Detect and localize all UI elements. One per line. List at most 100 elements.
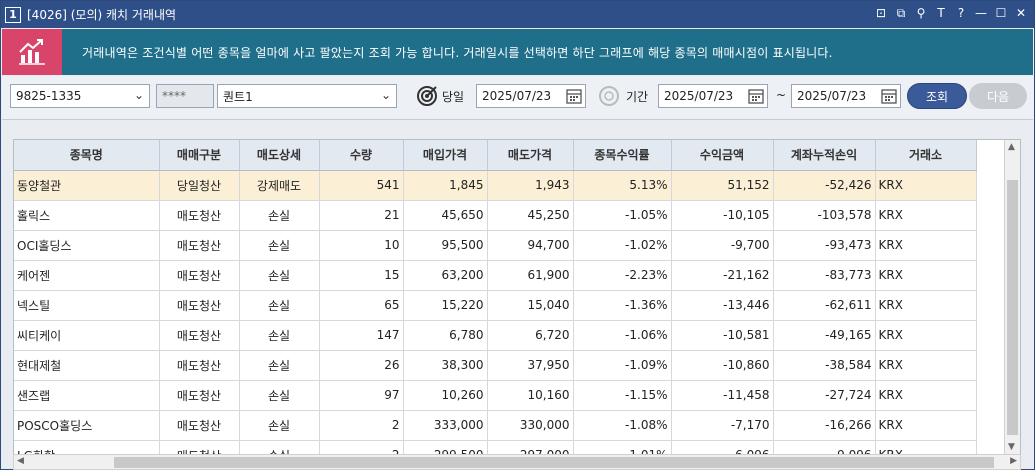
table-row[interactable]: 케어젠 매도청산 손실 15 63,200 61,900 -2.23% -21,162 -83,…	[14, 260, 977, 291]
cell-stock-name: 동양철관	[14, 170, 160, 201]
cell-buy-price: 1,845	[403, 170, 488, 201]
cell-quantity: 2	[319, 410, 404, 441]
period-label: 기간	[626, 90, 649, 104]
layout-icon[interactable]: ⊡	[874, 5, 888, 21]
font-icon[interactable]: T	[934, 5, 948, 21]
header-quantity[interactable]: 수량	[319, 140, 404, 171]
cell-quantity: 65	[319, 290, 404, 321]
cell-trade-type: 매도청산	[159, 200, 240, 231]
calendar-icon[interactable]	[880, 87, 898, 105]
cell-sell-price: 94,700	[487, 230, 574, 261]
chart-icon	[2, 29, 62, 75]
start-date-value: 2025/07/23	[664, 89, 734, 103]
header-profit[interactable]: 수익금액	[671, 140, 774, 171]
cell-trade-type: 매도청산	[159, 230, 240, 261]
cell-trade-type: 매도청산	[159, 260, 240, 291]
copy-window-icon[interactable]: ⧉	[894, 5, 908, 21]
cell-sell-detail: 손실	[239, 380, 320, 411]
horizontal-scroll-thumb[interactable]	[114, 457, 994, 468]
cell-profit: -21,162	[671, 260, 774, 291]
table-row[interactable]: POSCO홀딩스 매도청산 손실 2 333,000 330,000 -1.08% -7,17…	[14, 410, 977, 441]
header-sell-price[interactable]: 매도가격	[487, 140, 574, 171]
cell-exchange: KRX	[875, 320, 977, 351]
scroll-right-icon[interactable]: ▶	[1010, 456, 1017, 466]
table-row[interactable]: 현대제철 매도청산 손실 26 38,300 37,950 -1.09% -10,860 -38…	[14, 350, 977, 381]
cell-sell-detail: 손실	[239, 200, 320, 231]
cell-quantity: 147	[319, 320, 404, 351]
cell-profit: -7,170	[671, 410, 774, 441]
cell-exchange: KRX	[875, 200, 977, 231]
period-radio-icon[interactable]	[598, 85, 620, 107]
search-toolbar: 9825-1335 ⌄ **** 퀀트1 ⌄ 당일 2025/07/23 기간 …	[2, 76, 1033, 120]
password-field[interactable]: ****	[156, 84, 214, 108]
header-buy-price[interactable]: 매입가격	[403, 140, 488, 171]
cell-stock-name: OCI홀딩스	[14, 230, 160, 261]
cell-stock-name: 홀릭스	[14, 200, 160, 231]
close-icon[interactable]: ✕	[1014, 5, 1028, 21]
cell-quantity: 10	[319, 230, 404, 261]
header-return-rate[interactable]: 종목수익률	[573, 140, 672, 171]
table-row[interactable]: 동양철관 당일청산 강제매도 541 1,845 1,943 5.13% 51,152 -52,…	[14, 170, 977, 201]
cell-exchange: KRX	[875, 230, 977, 261]
scroll-left-icon[interactable]: ◀	[17, 456, 24, 466]
cell-sell-price: 45,250	[487, 200, 574, 231]
cell-quantity: 26	[319, 350, 404, 381]
cell-stock-name: 넥스틸	[14, 290, 160, 321]
cell-cumulative-pnl: -62,611	[773, 290, 876, 321]
today-date-value: 2025/07/23	[482, 89, 552, 103]
account-value: 9825-1335	[16, 89, 82, 103]
calendar-icon[interactable]	[747, 87, 765, 105]
start-date-input[interactable]: 2025/07/23	[658, 84, 768, 108]
table-row[interactable]: OCI홀딩스 매도청산 손실 10 95,500 94,700 -1.02% -9,700 -9…	[14, 230, 977, 261]
cell-stock-name: 샌즈랩	[14, 380, 160, 411]
header-stock-name[interactable]: 종목명	[14, 140, 160, 171]
table-row[interactable]: 샌즈랩 매도청산 손실 97 10,260 10,160 -1.15% -11,458 -27,…	[14, 380, 977, 411]
end-date-input[interactable]: 2025/07/23	[791, 84, 901, 108]
cell-buy-price: 333,000	[403, 410, 488, 441]
cell-exchange: KRX	[875, 350, 977, 381]
vertical-scrollbar[interactable]: ▲ ▼	[1004, 140, 1020, 456]
account-select[interactable]: 9825-1335 ⌄	[10, 84, 150, 108]
header-trade-type[interactable]: 매매구분	[159, 140, 240, 171]
cell-return-rate: -1.36%	[573, 290, 672, 321]
table-header-row: 종목명 매매구분 매도상세 수량 매입가격 매도가격 종목수익률 수익금액 계좌…	[14, 140, 977, 171]
cell-sell-price: 61,900	[487, 260, 574, 291]
header-sell-detail[interactable]: 매도상세	[239, 140, 320, 171]
table-row[interactable]: 홀릭스 매도청산 손실 21 45,650 45,250 -1.05% -10,105 -103…	[14, 200, 977, 231]
chevron-down-icon: ⌄	[380, 88, 391, 102]
scroll-down-icon[interactable]: ▼	[1008, 442, 1015, 452]
target-radio-icon[interactable]	[416, 85, 438, 107]
strategy-select[interactable]: 퀀트1 ⌄	[217, 84, 397, 108]
cell-sell-price: 6,720	[487, 320, 574, 351]
cell-buy-price: 38,300	[403, 350, 488, 381]
cell-quantity: 541	[319, 170, 404, 201]
table-row[interactable]: 넥스틸 매도청산 손실 65 15,220 15,040 -1.36% -13,446 -62,…	[14, 290, 977, 321]
scroll-up-icon[interactable]: ▲	[1008, 142, 1015, 152]
pin-icon[interactable]: ⚲	[914, 5, 928, 21]
vertical-scroll-thumb[interactable]	[1007, 180, 1018, 435]
cell-buy-price: 6,780	[403, 320, 488, 351]
help-icon[interactable]: ?	[954, 5, 968, 21]
today-date-input[interactable]: 2025/07/23	[476, 84, 586, 108]
minimize-icon[interactable]: —	[974, 5, 988, 21]
header-exchange[interactable]: 거래소	[875, 140, 977, 171]
cell-trade-type: 매도청산	[159, 320, 240, 351]
cell-cumulative-pnl: -83,773	[773, 260, 876, 291]
cell-profit: 51,152	[671, 170, 774, 201]
cell-stock-name: POSCO홀딩스	[14, 410, 160, 441]
window-controls: ⊡ ⧉ ⚲ T ? — ☐ ✕	[874, 5, 1028, 21]
cell-exchange: KRX	[875, 290, 977, 321]
cell-return-rate: -1.06%	[573, 320, 672, 351]
cell-trade-type: 매도청산	[159, 380, 240, 411]
next-button[interactable]: 다음	[969, 83, 1027, 109]
maximize-icon[interactable]: ☐	[994, 5, 1008, 21]
calendar-icon[interactable]	[565, 87, 583, 105]
cell-trade-type: 매도청산	[159, 290, 240, 321]
cell-buy-price: 95,500	[403, 230, 488, 261]
horizontal-scrollbar[interactable]: ◀ ▶	[13, 454, 1021, 470]
cell-sell-detail: 손실	[239, 350, 320, 381]
header-cumulative-pnl[interactable]: 계좌누적손익	[773, 140, 876, 171]
cell-profit: -13,446	[671, 290, 774, 321]
search-button[interactable]: 조회	[907, 83, 967, 109]
table-row[interactable]: 씨티케이 매도청산 손실 147 6,780 6,720 -1.06% -10,581 -49,…	[14, 320, 977, 351]
